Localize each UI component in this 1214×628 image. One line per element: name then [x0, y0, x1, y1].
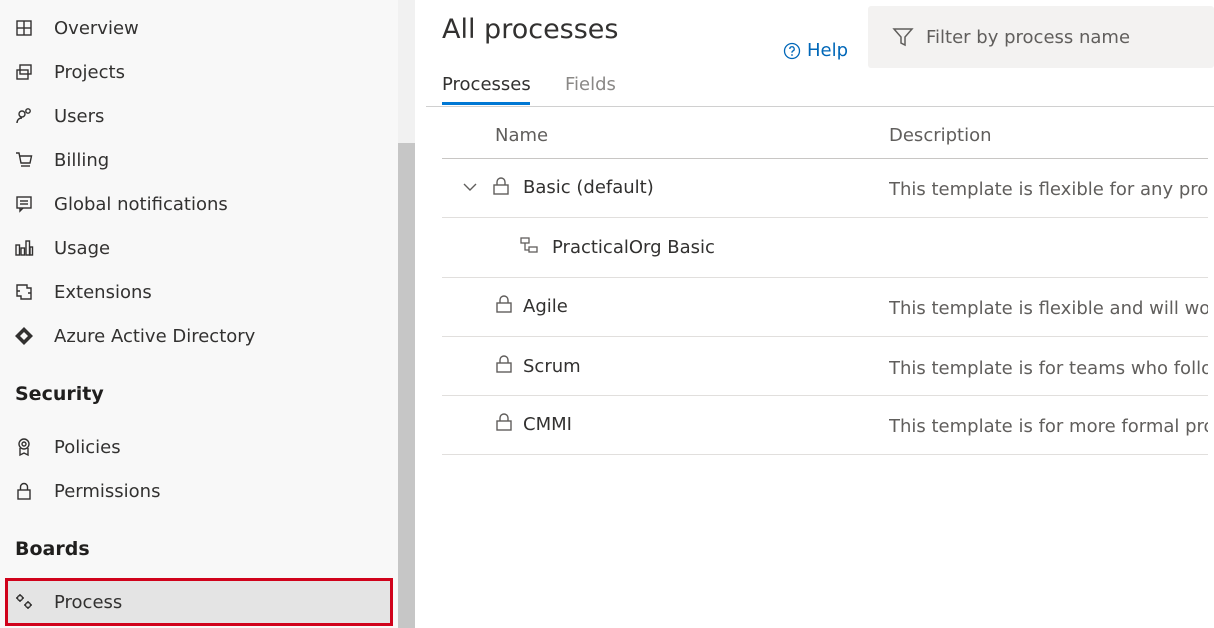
- sidebar-item-label: Usage: [54, 237, 111, 259]
- sidebar-item-label: Global notifications: [54, 193, 228, 215]
- sidebar-item-process[interactable]: Process: [5, 578, 393, 626]
- sidebar-item-label: Process: [54, 591, 123, 613]
- extensions-icon: [13, 281, 35, 303]
- tab-processes[interactable]: Processes: [442, 74, 531, 95]
- sidebar-item-label: Projects: [54, 61, 125, 83]
- process-description: This template is for teams who follow: [889, 358, 1208, 379]
- active-tab-indicator: [442, 102, 530, 105]
- sidebar-item-label: Overview: [54, 17, 139, 39]
- sidebar-item-extensions[interactable]: Extensions: [0, 270, 398, 314]
- sidebar-item-label: Policies: [54, 436, 121, 458]
- help-link[interactable]: Help: [783, 40, 848, 61]
- sidebar-item-label: Users: [54, 105, 105, 127]
- process-name[interactable]: Scrum: [523, 356, 581, 377]
- table-row-agile[interactable]: Agile This template is flexible and will…: [442, 278, 1208, 337]
- filter-box[interactable]: [868, 6, 1214, 68]
- process-name[interactable]: Basic (default): [523, 177, 654, 198]
- lock-icon: [495, 294, 513, 314]
- sidebar-item-permissions[interactable]: Permissions: [0, 469, 398, 513]
- sidebar-scrollbar-thumb[interactable]: [398, 143, 415, 628]
- usage-icon: [13, 237, 35, 259]
- sidebar-item-policies[interactable]: Policies: [0, 425, 398, 469]
- sidebar: Overview Projects Users Billing Global n…: [0, 0, 398, 628]
- sidebar-item-overview[interactable]: Overview: [0, 6, 398, 50]
- lock-icon: [13, 480, 35, 502]
- users-icon: [13, 105, 35, 127]
- sidebar-item-usage[interactable]: Usage: [0, 226, 398, 270]
- section-title-security: Security: [15, 383, 104, 405]
- tab-fields[interactable]: Fields: [565, 74, 616, 95]
- process-description: This template is flexible and will work: [889, 298, 1208, 319]
- process-name[interactable]: CMMI: [523, 414, 572, 435]
- cart-icon: [13, 149, 35, 171]
- inherited-process-icon: [519, 236, 539, 256]
- column-header-description[interactable]: Description: [889, 125, 992, 146]
- table-row-cmmi[interactable]: CMMI This template is for more formal pr…: [442, 396, 1208, 455]
- azure-ad-icon: [13, 325, 35, 347]
- process-name[interactable]: PracticalOrg Basic: [552, 237, 715, 258]
- sidebar-item-label: Billing: [54, 149, 110, 171]
- sidebar-item-projects[interactable]: Projects: [0, 50, 398, 94]
- sidebar-item-label: Permissions: [54, 480, 161, 502]
- sidebar-item-global-notifications[interactable]: Global notifications: [0, 182, 398, 226]
- sidebar-item-label: Extensions: [54, 281, 152, 303]
- process-description: This template is flexible for any proces…: [889, 179, 1208, 200]
- chevron-down-icon[interactable]: [462, 179, 478, 195]
- lock-icon: [495, 412, 513, 432]
- table-row-scrum[interactable]: Scrum This template is for teams who fol…: [442, 337, 1208, 396]
- page-title: All processes: [442, 14, 619, 45]
- sidebar-item-users[interactable]: Users: [0, 94, 398, 138]
- sidebar-item-billing[interactable]: Billing: [0, 138, 398, 182]
- overview-icon: [13, 17, 35, 39]
- sidebar-item-label: Azure Active Directory: [54, 325, 256, 347]
- lock-icon: [492, 176, 510, 196]
- help-icon: [783, 42, 801, 59]
- filter-icon: [892, 28, 914, 47]
- process-icon: [13, 591, 35, 613]
- table-row-basic[interactable]: Basic (default) This template is flexibl…: [442, 159, 1208, 218]
- lock-icon: [495, 354, 513, 374]
- policy-icon: [13, 436, 35, 458]
- column-header-name[interactable]: Name: [495, 125, 548, 146]
- tabs-divider: [426, 106, 1214, 107]
- notification-icon: [13, 193, 35, 215]
- process-name[interactable]: Agile: [523, 296, 568, 317]
- help-label: Help: [807, 40, 849, 61]
- process-description: This template is for more formal project…: [889, 416, 1208, 437]
- table-row-practicalorg-basic[interactable]: PracticalOrg Basic: [442, 219, 1208, 278]
- sidebar-item-azure-active-directory[interactable]: Azure Active Directory: [0, 314, 398, 358]
- projects-icon: [13, 61, 35, 83]
- section-title-boards: Boards: [15, 538, 90, 560]
- filter-input[interactable]: [926, 20, 1206, 54]
